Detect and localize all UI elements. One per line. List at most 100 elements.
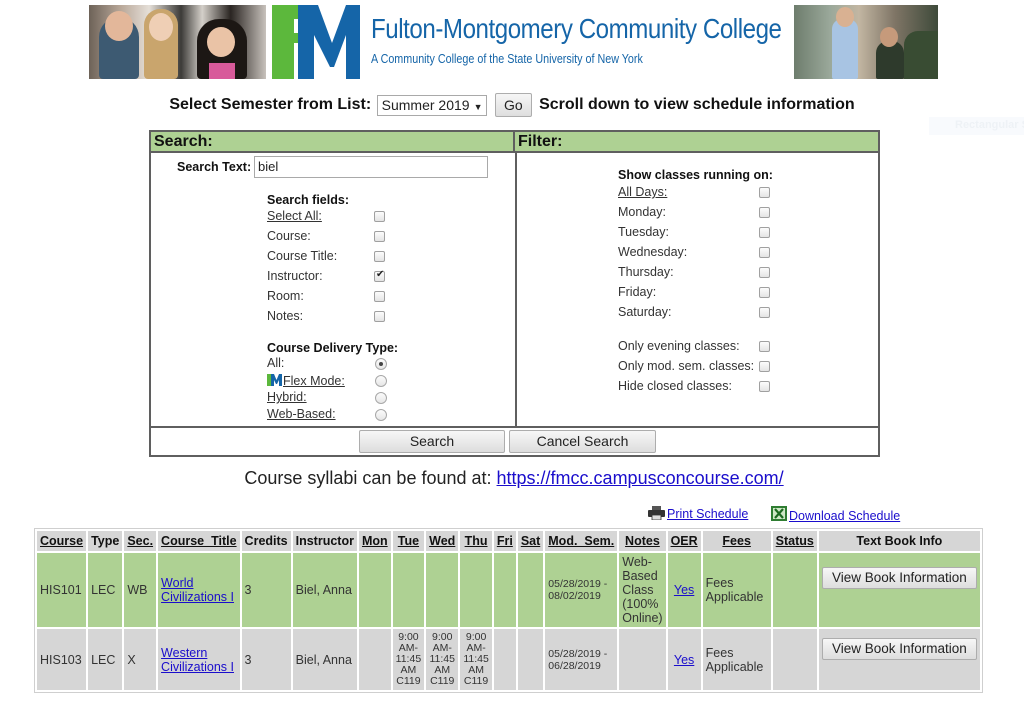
- col-mod-sem[interactable]: Mod._Sem.: [545, 531, 618, 551]
- view-book-information-button[interactable]: View Book Information: [821, 638, 977, 660]
- cell-sec: X: [124, 629, 157, 690]
- mod-sem-classes-label: Only mod. sem. classes:: [618, 359, 755, 373]
- monday-checkbox[interactable]: [759, 207, 770, 218]
- saturday-label: Saturday:: [618, 305, 672, 319]
- course-title-link[interactable]: World Civilizations I: [161, 576, 234, 604]
- hide-closed-checkbox[interactable]: [759, 381, 770, 392]
- oer-link[interactable]: Yes: [674, 583, 694, 597]
- schedule-table: Course Type Sec. Course_Title Credits In…: [34, 528, 983, 693]
- cell-mon: [358, 629, 391, 690]
- show-classes-heading: Show classes running on:: [618, 168, 773, 182]
- col-fri[interactable]: Fri: [493, 531, 516, 551]
- print-schedule-action[interactable]: Print Schedule: [648, 506, 748, 521]
- cell-fees: Fees Applicable: [702, 553, 771, 627]
- delivery-all-radio[interactable]: [375, 358, 387, 370]
- wednesday-checkbox[interactable]: [759, 247, 770, 258]
- cell-wed: [426, 553, 459, 627]
- delivery-web-based-radio[interactable]: [375, 409, 387, 421]
- select-all-checkbox[interactable]: [374, 211, 385, 222]
- dropdown-arrow-icon: ▼: [473, 101, 483, 112]
- col-course-title[interactable]: Course_Title: [158, 531, 240, 551]
- semester-select[interactable]: Summer 2019 ▼: [376, 94, 488, 116]
- col-tue[interactable]: Tue: [392, 531, 425, 551]
- col-notes[interactable]: Notes: [619, 531, 666, 551]
- college-subtitle: A Community College of the State Univers…: [371, 52, 643, 66]
- friday-checkbox[interactable]: [759, 287, 770, 298]
- instructor-field-label: Instructor:: [267, 269, 323, 283]
- course-field-checkbox[interactable]: [374, 231, 385, 242]
- cell-oer: Yes: [667, 553, 701, 627]
- college-banner: Fulton-Montgomery Community College A Co…: [89, 5, 938, 79]
- col-status[interactable]: Status: [772, 531, 817, 551]
- filter-header: Filter:: [515, 132, 878, 153]
- classroom-photo: [794, 5, 938, 79]
- syllabi-notice: Course syllabi can be found at: https://…: [0, 468, 1024, 489]
- search-text-label: Search Text:: [177, 160, 252, 174]
- col-thu[interactable]: Thu: [460, 531, 492, 551]
- wednesday-label: Wednesday:: [618, 245, 688, 259]
- cell-mod-sem: 05/28/2019 -06/28/2019: [545, 629, 618, 690]
- hybrid-link[interactable]: Hybrid:: [267, 390, 307, 404]
- syllabi-link[interactable]: https://fmcc.campusconcourse.com/: [497, 468, 784, 488]
- room-field-label: Room:: [267, 289, 304, 303]
- col-fees[interactable]: Fees: [702, 531, 771, 551]
- instructor-field-checkbox[interactable]: [374, 269, 385, 282]
- cancel-search-button[interactable]: Cancel Search: [509, 430, 656, 453]
- web-based-link[interactable]: Web-Based:: [267, 407, 336, 421]
- col-wed[interactable]: Wed: [426, 531, 459, 551]
- oer-link[interactable]: Yes: [674, 653, 694, 667]
- excel-icon: [771, 506, 787, 521]
- all-days-checkbox[interactable]: [759, 187, 770, 198]
- print-schedule-link[interactable]: Print Schedule: [667, 507, 748, 521]
- flex-mode-fm-icon: [267, 374, 282, 386]
- search-filter-panel: Search: Filter: Search Text: biel Search…: [149, 130, 880, 457]
- cell-textbook: View Book Information: [818, 629, 980, 690]
- download-schedule-action[interactable]: Download Schedule: [771, 506, 900, 523]
- table-row: HIS103 LEC X Western Civilizations I 3 Bi…: [37, 629, 980, 690]
- course-title-field-label: Course Title:: [267, 249, 338, 263]
- cell-sat: [517, 553, 544, 627]
- cell-tue: 9:00 AM- 11:45 AM C119: [392, 629, 425, 690]
- rectangular-snip-overlay: Rectangular Snip: [929, 117, 1024, 135]
- cell-textbook: View Book Information: [818, 553, 980, 627]
- table-row: HIS101 LEC WB World Civilizations I 3 Bie…: [37, 553, 980, 627]
- select-all-link[interactable]: Select All:: [267, 209, 322, 223]
- col-oer[interactable]: OER: [667, 531, 701, 551]
- delivery-type-heading: Course Delivery Type:: [267, 341, 399, 355]
- friday-label: Friday:: [618, 285, 657, 299]
- fm-logo-icon[interactable]: [272, 5, 360, 79]
- col-textbook-info: Text Book Info: [818, 531, 980, 551]
- flex-mode-link[interactable]: Flex Mode:: [283, 374, 345, 388]
- col-sec[interactable]: Sec.: [124, 531, 157, 551]
- cell-course-title: World Civilizations I: [158, 553, 240, 627]
- col-course[interactable]: Course: [37, 531, 87, 551]
- search-text-input[interactable]: biel: [254, 156, 488, 178]
- table-header-row: Course Type Sec. Course_Title Credits In…: [37, 531, 980, 551]
- evening-classes-checkbox[interactable]: [759, 341, 770, 352]
- search-fields-heading: Search fields:: [267, 193, 349, 207]
- delivery-hybrid-radio[interactable]: [375, 392, 387, 404]
- cell-credits: 3: [241, 553, 291, 627]
- delivery-flex-mode-radio[interactable]: [375, 375, 387, 387]
- all-days-link[interactable]: All Days:: [618, 185, 667, 199]
- mod-sem-classes-checkbox[interactable]: [759, 361, 770, 372]
- col-mon[interactable]: Mon: [358, 531, 391, 551]
- course-field-label: Course:: [267, 229, 311, 243]
- room-field-checkbox[interactable]: [374, 291, 385, 302]
- panel-bottom-divider: [151, 426, 878, 428]
- saturday-checkbox[interactable]: [759, 307, 770, 318]
- go-button[interactable]: Go: [494, 93, 532, 117]
- thursday-checkbox[interactable]: [759, 267, 770, 278]
- col-sat[interactable]: Sat: [517, 531, 544, 551]
- notes-field-label: Notes:: [267, 309, 304, 323]
- semester-selected-value: Summer 2019: [381, 96, 470, 113]
- notes-field-checkbox[interactable]: [374, 311, 385, 322]
- course-title-field-checkbox[interactable]: [374, 251, 385, 262]
- search-button[interactable]: Search: [359, 430, 505, 453]
- view-book-information-button[interactable]: View Book Information: [821, 567, 977, 589]
- course-title-link[interactable]: Western Civilizations I: [161, 646, 234, 674]
- download-schedule-link[interactable]: Download Schedule: [789, 509, 900, 523]
- evening-classes-label: Only evening classes:: [618, 339, 740, 353]
- tuesday-checkbox[interactable]: [759, 227, 770, 238]
- cell-credits: 3: [241, 629, 291, 690]
